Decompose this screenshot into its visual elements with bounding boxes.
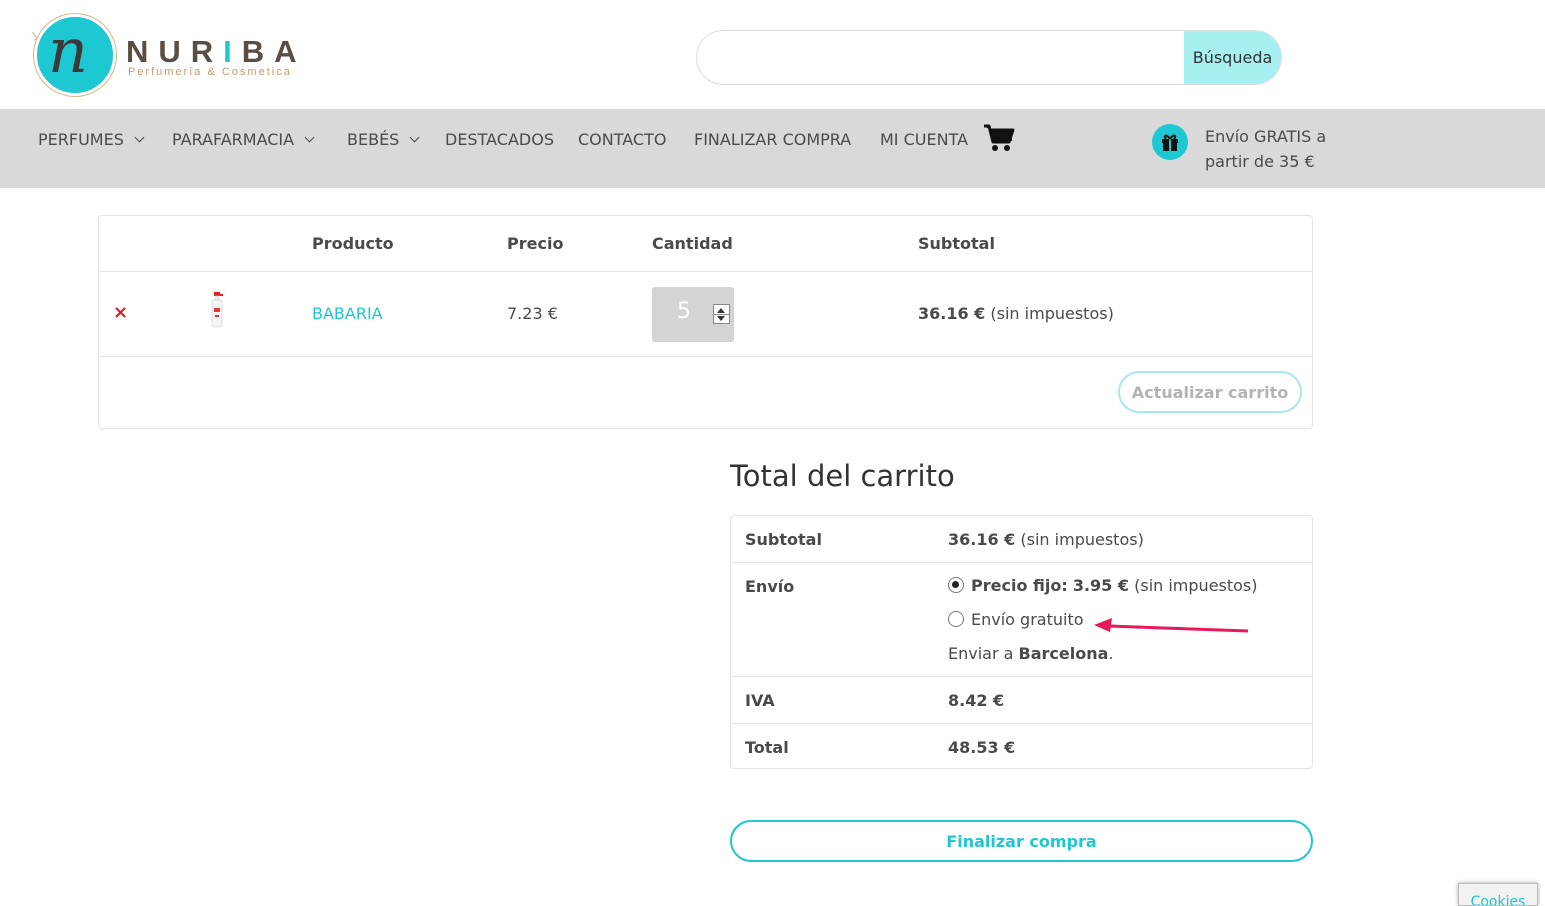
shipping-free-label[interactable]: Envío gratuito	[971, 610, 1084, 629]
header-subtotal: Subtotal	[918, 234, 995, 253]
cart-totals-title: Total del carrito	[730, 459, 955, 493]
chevron-down-icon	[304, 132, 315, 142]
cookies-button[interactable]: Cookies	[1458, 883, 1538, 906]
shipping-flat-rate-label[interactable]: Precio fijo: 3.95 € (sin impuestos)	[971, 576, 1258, 595]
nav-item-finalizar-compra[interactable]: FINALIZAR COMPRA	[694, 127, 851, 151]
logo-tagline: Perfumería & Cosmetica	[128, 66, 292, 78]
update-cart-button[interactable]: Actualizar carrito	[1118, 371, 1302, 413]
table-row: × BABARIA 7.23 € 5 36.16 € (sin impuesto…	[99, 272, 1312, 357]
logo-letter: n	[48, 14, 88, 87]
search-input[interactable]	[697, 31, 1185, 84]
product-link[interactable]: BABARIA	[312, 304, 383, 323]
nav-item-bebes[interactable]: BEBÉS	[347, 127, 420, 151]
totals-row-tax: IVA 8.42 €	[731, 677, 1312, 724]
main-nav: PERFUMES PARAFARMACIA BEBÉS DESTACADOS C…	[0, 109, 1545, 188]
cart-table-header: Producto Precio Cantidad Subtotal	[99, 216, 1312, 272]
shipping-free-radio[interactable]	[948, 611, 964, 627]
ship-to-destination: Enviar a Barcelona.	[948, 644, 1114, 663]
gift-icon	[1152, 124, 1188, 160]
remove-item-button[interactable]: ×	[113, 304, 131, 322]
search-button[interactable]: Búsqueda	[1184, 31, 1281, 84]
cart-table: Producto Precio Cantidad Subtotal × BABA…	[98, 215, 1313, 429]
nav-item-destacados[interactable]: DESTACADOS	[445, 127, 554, 151]
chevron-down-icon	[409, 132, 420, 142]
spin-up-icon[interactable]	[717, 308, 725, 313]
shipping-flat-rate-radio[interactable]	[948, 577, 964, 593]
cart-totals-table: Subtotal 36.16 € (sin impuestos) Envío P…	[730, 515, 1313, 769]
nav-item-perfumes[interactable]: PERFUMES	[38, 127, 145, 151]
header-product: Producto	[312, 234, 394, 253]
shopping-cart-icon[interactable]	[983, 123, 1015, 153]
site-logo[interactable]: n NURIBA Perfumería & Cosmetica	[28, 12, 308, 98]
nav-item-contacto[interactable]: CONTACTO	[578, 127, 666, 151]
product-subtotal: 36.16 € (sin impuestos)	[918, 304, 1114, 323]
annotation-arrow-icon	[1094, 618, 1249, 633]
checkout-button[interactable]: Finalizar compra	[730, 820, 1313, 862]
totals-row-subtotal: Subtotal 36.16 € (sin impuestos)	[731, 516, 1312, 563]
header-quantity: Cantidad	[652, 234, 733, 253]
logo-wordmark: NURIBA	[126, 34, 307, 69]
quantity-value[interactable]: 5	[652, 299, 716, 324]
chevron-down-icon	[134, 132, 145, 142]
totals-row-total: Total 48.53 €	[745, 738, 1016, 757]
site-header: n NURIBA Perfumería & Cosmetica Búsqueda	[0, 0, 1545, 109]
free-shipping-notice: Envío GRATIS a partir de 35 €	[1205, 127, 1327, 171]
product-thumbnail[interactable]	[209, 292, 225, 328]
quantity-stepper[interactable]: 5	[652, 287, 734, 342]
spin-down-icon[interactable]	[717, 316, 725, 321]
header-price: Precio	[507, 234, 564, 253]
product-price: 7.23 €	[507, 304, 558, 323]
nav-item-parafarmacia[interactable]: PARAFARMACIA	[172, 127, 315, 151]
nav-item-mi-cuenta[interactable]: MI CUENTA	[880, 127, 968, 151]
search-bar: Búsqueda	[696, 30, 1282, 85]
quantity-spinner[interactable]	[713, 304, 730, 324]
